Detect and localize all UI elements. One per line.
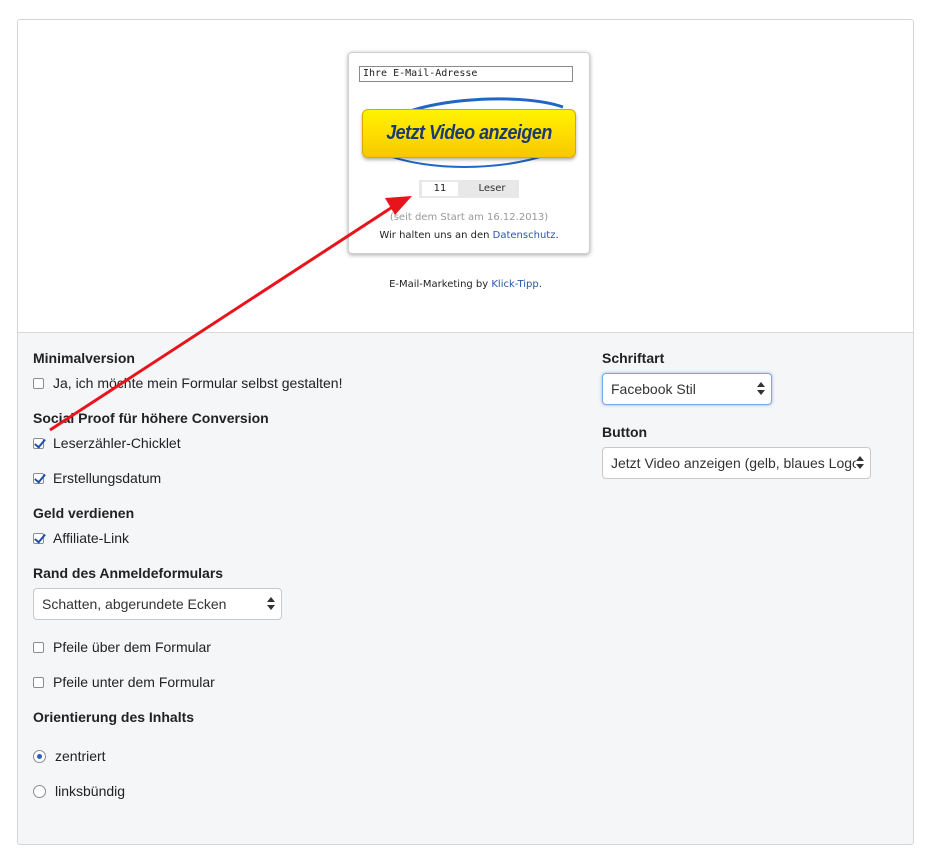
money-heading: Geld verdienen	[33, 505, 135, 521]
select-arrows-icon	[267, 596, 275, 612]
button-style-value: Jetzt Video anzeigen (gelb, blaues Logo)	[611, 455, 865, 471]
social-proof-heading: Social Proof für höhere Conversion	[33, 410, 269, 426]
privacy-link[interactable]: Datenschutz	[493, 230, 556, 241]
minimal-heading: Minimalversion	[33, 350, 135, 366]
button-style-select[interactable]: Jetzt Video anzeigen (gelb, blaues Logo)	[602, 447, 871, 479]
creation-date-label: Erstellungsdatum	[53, 470, 162, 486]
signup-form-card: Ihre E-Mail-Adresse Jetzt Video anzeigen…	[348, 52, 590, 254]
orientation-left-option[interactable]: linksbündig	[33, 783, 125, 799]
privacy-suffix: .	[555, 230, 559, 241]
reader-label: Leser	[478, 183, 506, 194]
font-style-value: Facebook Stil	[611, 381, 696, 397]
border-style-value: Schatten, abgerundete Ecken	[42, 596, 227, 612]
arrows-below-label: Pfeile unter dem Formular	[53, 674, 215, 690]
affiliate-credit: E-Mail-Marketing by Klick-Tipp.	[18, 279, 913, 290]
border-heading: Rand des Anmeldeformulars	[33, 565, 224, 581]
cta-label: Jetzt Video anzeigen	[386, 122, 552, 144]
font-style-select[interactable]: Facebook Stil	[602, 373, 772, 405]
creation-date-option[interactable]: Erstellungsdatum	[33, 470, 161, 486]
affiliate-checkbox[interactable]	[33, 532, 44, 544]
arrows-above-label: Pfeile über dem Formular	[53, 639, 211, 655]
affiliate-option[interactable]: Affiliate-Link	[33, 530, 129, 546]
reader-counter-option[interactable]: Leserzähler-Chicklet	[33, 435, 181, 451]
privacy-prefix: Wir halten uns an den	[379, 230, 493, 241]
font-heading: Schriftart	[602, 350, 665, 366]
select-arrows-icon	[757, 381, 765, 397]
arrows-above-option[interactable]: Pfeile über dem Formular	[33, 639, 211, 655]
select-arrows-icon	[856, 455, 864, 471]
minimal-checkbox[interactable]	[33, 377, 44, 389]
form-builder-panel: Ihre E-Mail-Adresse Jetzt Video anzeigen…	[17, 19, 914, 845]
reader-counter-chicklet: 11 Leser	[419, 180, 519, 198]
border-style-select[interactable]: Schatten, abgerundete Ecken	[33, 588, 282, 620]
arrows-below-option[interactable]: Pfeile unter dem Formular	[33, 674, 215, 690]
privacy-note: Wir halten uns an den Datenschutz.	[349, 230, 589, 241]
orientation-left-label: linksbündig	[55, 783, 126, 799]
creation-date: (seit dem Start am 16.12.2013)	[389, 212, 549, 223]
button-heading: Button	[602, 424, 648, 440]
minimal-option-label: Ja, ich möchte mein Formular selbst gest…	[53, 375, 343, 391]
affiliate-link[interactable]: Klick-Tipp	[491, 279, 538, 290]
minimal-option[interactable]: Ja, ich möchte mein Formular selbst gest…	[33, 375, 342, 391]
creation-date-checkbox[interactable]	[33, 472, 44, 484]
credit-prefix: E-Mail-Marketing by	[389, 279, 492, 290]
arrows-above-checkbox[interactable]	[33, 641, 44, 653]
reader-count: 11	[422, 182, 458, 196]
video-cta-button[interactable]: Jetzt Video anzeigen	[362, 109, 576, 158]
orientation-center-option[interactable]: zentriert	[33, 748, 106, 764]
affiliate-label: Affiliate-Link	[53, 530, 130, 546]
orientation-left-radio[interactable]	[33, 784, 46, 798]
orientation-center-radio[interactable]	[33, 749, 46, 763]
form-preview: Ihre E-Mail-Adresse Jetzt Video anzeigen…	[18, 20, 913, 333]
credit-suffix: .	[538, 279, 542, 290]
email-field[interactable]: Ihre E-Mail-Adresse	[359, 66, 573, 82]
arrows-below-checkbox[interactable]	[33, 676, 44, 688]
reader-counter-checkbox[interactable]	[33, 437, 44, 449]
reader-counter-label: Leserzähler-Chicklet	[53, 435, 181, 451]
orientation-center-label: zentriert	[55, 748, 106, 764]
orientation-heading: Orientierung des Inhalts	[33, 709, 195, 725]
